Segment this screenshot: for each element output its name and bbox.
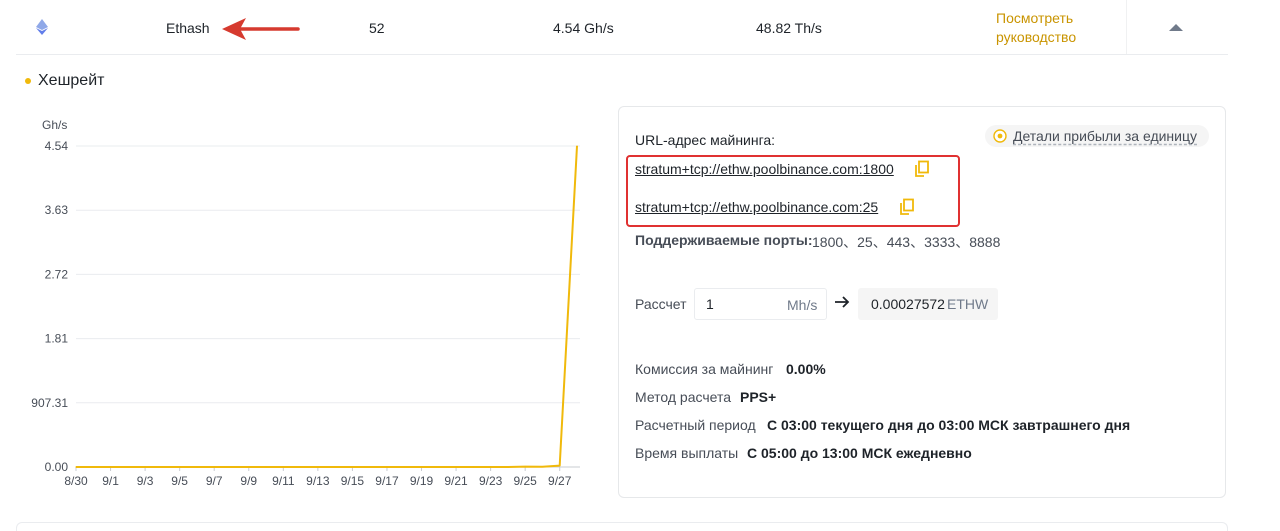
x-tick-label: 9/11 [272, 474, 295, 488]
data-point [230, 466, 233, 468]
data-point [75, 466, 77, 468]
ethereum-icon [36, 19, 48, 35]
profit-details-button[interactable]: Детали прибыли за единицу [985, 125, 1209, 147]
ports-value: 1800、25、443、3333、8888 [812, 234, 1001, 250]
data-point [455, 466, 457, 468]
data-point [196, 466, 198, 468]
view-guide-link[interactable]: Посмотреть руководство [996, 9, 1106, 47]
data-point [92, 466, 94, 468]
pool-row: Ethash 52 4.54 Gh/s 48.82 Th/s Посмотрет… [0, 0, 1280, 55]
y-axis-label: Gh/s [42, 118, 67, 132]
x-tick-label: 9/25 [513, 474, 537, 488]
x-tick-label: 9/7 [206, 474, 223, 488]
y-tick-label: 1.81 [45, 332, 69, 346]
y-tick-label: 907.31 [31, 396, 68, 410]
data-point [213, 466, 215, 468]
data-point [334, 466, 336, 468]
x-tick-label: 9/5 [171, 474, 188, 488]
arrow-right-icon [835, 296, 850, 308]
calc-label: Рассчет [635, 296, 687, 312]
data-point [109, 466, 112, 468]
data-point [282, 466, 284, 468]
hashrate-unit: Mh/s [787, 297, 818, 313]
data-point [524, 466, 526, 468]
hashrate-input-box: Mh/s [694, 288, 827, 320]
fee-value: 0.00% [786, 361, 826, 377]
payout-label: Время выплаты [635, 445, 739, 461]
ports-label: Поддерживаемые порты: [635, 232, 813, 248]
y-tick-label: 0.00 [45, 460, 69, 474]
hashrate-chart: 4.54 3.63 2.72 1.81 907.31 0.00 Gh/s 8/30 9/1 9/3… [31, 118, 580, 488]
data-point [576, 145, 578, 147]
x-tick-label: 9/21 [444, 474, 468, 488]
data-point [559, 464, 561, 467]
data-point [438, 466, 440, 468]
x-tick-label: 8/30 [64, 474, 88, 488]
section-bullet [25, 78, 31, 84]
algorithm-value: Ethash [166, 20, 210, 36]
caret-up-icon[interactable] [1168, 22, 1184, 32]
x-tick-label: 9/1 [102, 474, 119, 488]
data-point [265, 466, 267, 468]
y-tick-label: 4.54 [45, 139, 69, 153]
row-divider [16, 54, 1228, 55]
profit-details-label: Детали прибыли за единицу [1013, 128, 1198, 144]
data-point [386, 466, 388, 468]
workers-value: 52 [369, 20, 385, 36]
x-tick-label: 9/3 [137, 474, 154, 488]
data-point [490, 466, 492, 468]
calc-result-currency: ETHW [947, 296, 989, 312]
data-point [144, 466, 146, 468]
x-tick-label: 9/17 [375, 474, 399, 488]
next-section-edge [16, 522, 1228, 531]
hashrate-input[interactable] [706, 295, 776, 313]
method-value: PPS+ [740, 389, 777, 405]
data-point [541, 466, 544, 468]
data-point [127, 466, 129, 468]
pool-hashrate-value: 48.82 Th/s [756, 20, 822, 36]
x-tick-label: 9/19 [410, 474, 434, 488]
data-point [351, 466, 354, 468]
data-point [299, 466, 302, 468]
period-label: Расчетный период [635, 417, 756, 433]
data-point [507, 466, 509, 468]
mining-url-label: URL-адрес майнинга: [635, 132, 776, 148]
payout-value: С 05:00 до 13:00 МСК ежедневно [747, 445, 972, 461]
x-tick-label: 9/27 [548, 474, 572, 488]
hashrate-value: 4.54 Gh/s [553, 20, 614, 36]
data-point [179, 466, 181, 468]
x-tick-label: 9/9 [240, 474, 257, 488]
data-point [248, 466, 250, 468]
data-point [472, 466, 474, 468]
hashrate-series-line [76, 145, 578, 468]
red-arrow-annotation [222, 18, 300, 40]
data-point [317, 466, 319, 468]
data-point [403, 466, 405, 468]
coin-icon [993, 129, 1007, 143]
x-tick-label: 9/23 [479, 474, 503, 488]
x-tick-label: 9/13 [306, 474, 330, 488]
period-value: С 03:00 текущего дня до 03:00 МСК завтра… [767, 417, 1131, 433]
y-tick-label: 2.72 [45, 267, 69, 281]
data-point [369, 466, 371, 468]
data-point [420, 466, 423, 468]
calc-result-box: 0.00027572 ETHW [858, 288, 998, 320]
section-title: Хешрейт [38, 72, 105, 89]
y-tick-label: 3.63 [45, 203, 69, 217]
url-highlight-annotation [626, 155, 960, 227]
x-tick-label: 9/15 [341, 474, 365, 488]
fee-label: Комиссия за майнинг [635, 361, 774, 377]
data-point [161, 466, 163, 468]
method-label: Метод расчета [635, 389, 732, 405]
column-divider [1126, 0, 1127, 54]
calc-result-value: 0.00027572 [871, 296, 945, 312]
